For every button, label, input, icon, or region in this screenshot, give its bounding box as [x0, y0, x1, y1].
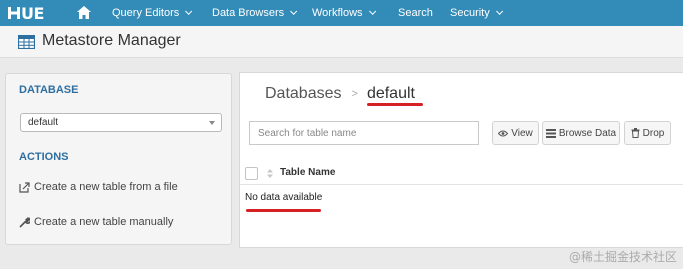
chevron-down-icon — [185, 7, 193, 15]
trash-icon — [631, 128, 640, 138]
file-import-icon — [19, 181, 30, 193]
drop-button-label: Drop — [642, 127, 665, 139]
main-panel: Databases > default View Browse Data Dro… — [239, 72, 683, 248]
table-header-row: Table Name — [240, 161, 683, 185]
sidebar: DATABASE default ACTIONS Create a new ta… — [5, 73, 232, 245]
nav-data-browsers[interactable]: Data Browsers — [212, 0, 298, 26]
nav-workflows[interactable]: Workflows — [312, 0, 376, 26]
create-table-manually-link[interactable]: Create a new table manually — [19, 216, 173, 228]
database-heading: DATABASE — [19, 84, 79, 96]
nav-query-editors-label: Query Editors — [112, 7, 180, 19]
actions-heading: ACTIONS — [19, 151, 69, 163]
nav-search-label: Search — [398, 7, 433, 19]
breadcrumb-current-database: default — [366, 85, 415, 102]
nav-security-label: Security — [450, 7, 490, 19]
empty-table-message: No data available — [245, 192, 323, 203]
annotation-underline — [246, 209, 321, 212]
browse-data-button[interactable]: Browse Data — [542, 121, 620, 145]
sort-icon[interactable] — [267, 169, 273, 178]
breadcrumb-separator: > — [351, 88, 358, 100]
breadcrumb-databases[interactable]: Databases — [265, 85, 342, 103]
create-table-from-file-label: Create a new table from a file — [34, 181, 178, 193]
database-select[interactable]: default — [20, 113, 222, 132]
top-navbar: UE Query Editors Data Browsers Workflows… — [0, 0, 683, 26]
view-button[interactable]: View — [492, 121, 539, 145]
drop-button[interactable]: Drop — [624, 121, 671, 145]
annotation-underline — [367, 103, 423, 106]
column-header-table-name[interactable]: Table Name — [280, 167, 335, 178]
wrench-icon — [19, 216, 30, 227]
logo-text: UE — [21, 3, 44, 23]
chevron-down-icon — [290, 7, 298, 15]
select-arrow-icon — [209, 121, 215, 125]
eye-icon — [498, 130, 509, 136]
nav-search[interactable]: Search — [398, 0, 433, 26]
nav-security[interactable]: Security — [450, 0, 503, 26]
create-table-manually-label: Create a new table manually — [34, 216, 174, 228]
nav-workflows-label: Workflows — [312, 7, 363, 19]
chevron-down-icon — [368, 7, 376, 15]
hue-logo[interactable]: UE — [7, 3, 57, 23]
table-grid-icon — [18, 35, 35, 49]
browse-data-button-label: Browse Data — [558, 127, 617, 139]
breadcrumb: Databases > default — [265, 85, 415, 103]
page-header: Metastore Manager — [0, 26, 683, 58]
page-title: Metastore Manager — [42, 32, 181, 49]
nav-query-editors[interactable]: Query Editors — [112, 0, 193, 26]
database-select-value: default — [28, 117, 59, 128]
select-all-checkbox[interactable] — [245, 167, 258, 180]
chevron-down-icon — [495, 7, 503, 15]
table-search-input[interactable] — [249, 121, 479, 145]
hue-logo-mark-icon — [8, 7, 20, 19]
view-button-label: View — [511, 127, 533, 139]
list-icon — [545, 128, 556, 138]
home-icon[interactable] — [77, 6, 91, 19]
create-table-from-file-link[interactable]: Create a new table from a file — [19, 181, 178, 193]
watermark: @稀土掘金技术社区 — [568, 250, 677, 264]
nav-data-browsers-label: Data Browsers — [212, 7, 285, 19]
